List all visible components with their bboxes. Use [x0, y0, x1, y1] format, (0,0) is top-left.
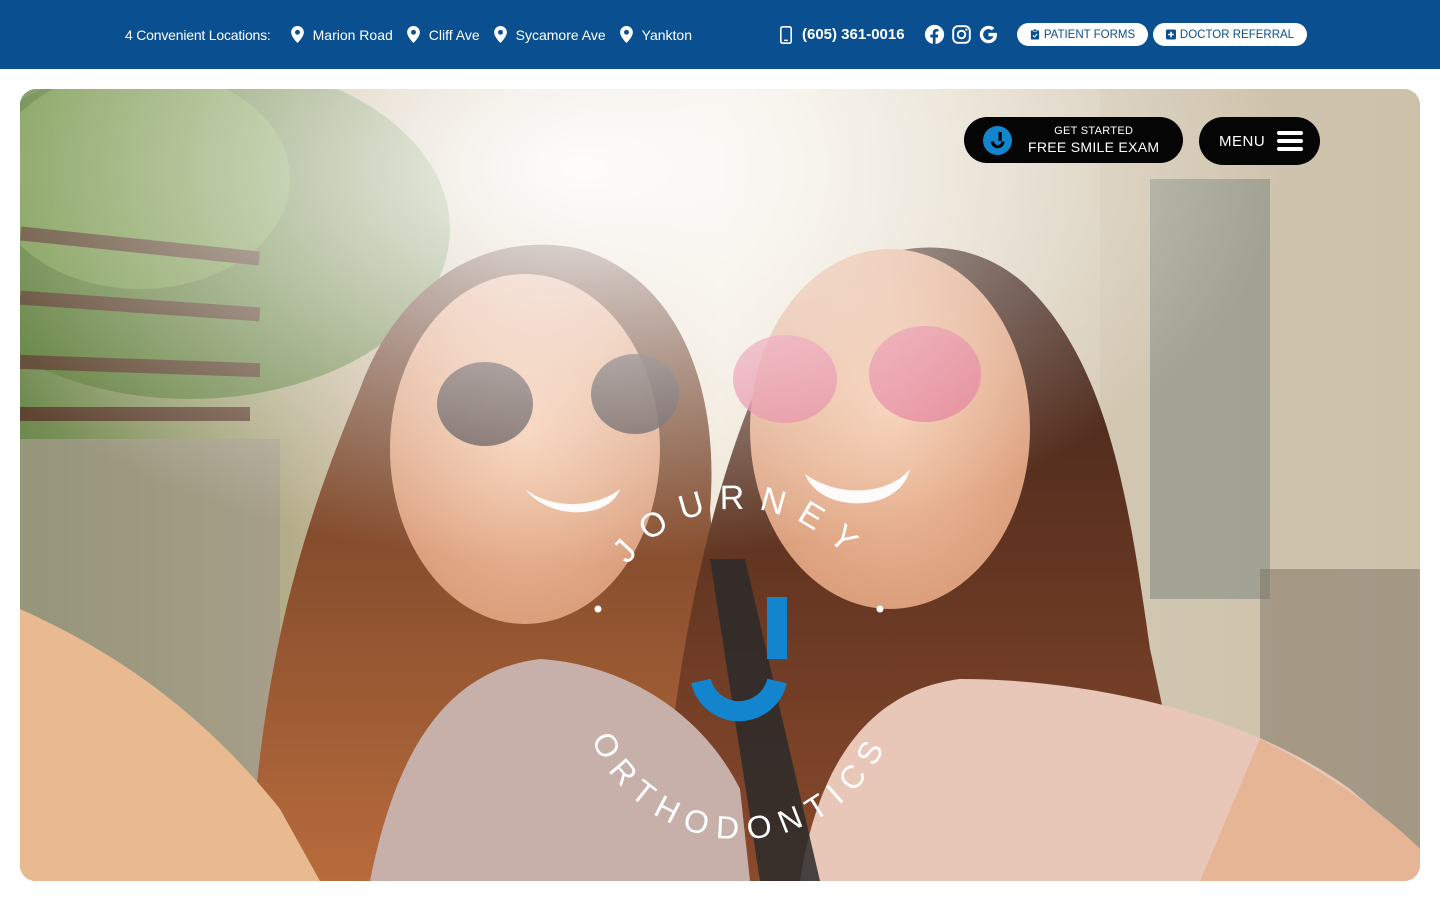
patient-forms-label: PATIENT FORMS	[1043, 28, 1136, 41]
instagram-link[interactable]	[951, 24, 972, 45]
doctor-referral-label: DOCTOR REFERRAL	[1179, 28, 1295, 41]
locations-list: 4 Convenient Locations: Marion Road Clif…	[125, 0, 706, 69]
patient-forms-button[interactable]: PATIENT FORMS	[1017, 23, 1148, 46]
logo-j-hook	[691, 678, 787, 722]
menu-button[interactable]: MENU	[1199, 117, 1320, 165]
cta-main-label: FREE SMILE EXAM	[1028, 138, 1160, 155]
location-marion-road[interactable]: Marion Road	[290, 26, 393, 43]
journey-orthodontics-logo: JOURNEY ORTHODONTICS	[585, 479, 895, 847]
clipboard-icon	[1030, 29, 1039, 40]
logo-j-stem	[767, 597, 787, 659]
location-cliff-ave[interactable]: Cliff Ave	[406, 26, 480, 43]
top-bar: 4 Convenient Locations: Marion Road Clif…	[0, 0, 1440, 69]
doctor-referral-button[interactable]: DOCTOR REFERRAL	[1153, 23, 1307, 46]
map-pin-icon	[493, 26, 507, 43]
social-links	[924, 0, 1005, 69]
free-smile-exam-button[interactable]: GET STARTED FREE SMILE EXAM	[964, 117, 1183, 163]
instagram-icon	[952, 25, 971, 44]
cta-text: GET STARTED FREE SMILE EXAM	[1028, 125, 1159, 155]
locations-intro: 4 Convenient Locations:	[125, 26, 271, 43]
facebook-icon	[924, 24, 945, 45]
map-pin-icon	[406, 26, 420, 43]
location-sycamore-ave[interactable]: Sycamore Ave	[493, 26, 606, 43]
logo-top-text: JOURNEY	[605, 479, 875, 570]
hero-section: JOURNEY ORTHODONTICS	[20, 89, 1420, 881]
smile-logo-icon	[983, 125, 1012, 155]
facebook-link[interactable]	[924, 24, 945, 45]
location-label: Sycamore Ave	[515, 26, 606, 43]
google-icon	[979, 25, 997, 44]
map-pin-icon	[290, 26, 304, 43]
location-label: Yankton	[641, 26, 692, 43]
plus-square-icon	[1165, 29, 1176, 40]
map-pin-icon	[619, 26, 633, 43]
logo-dot-left	[594, 605, 602, 613]
hamburger-icon	[1277, 131, 1304, 151]
cta-small-label: GET STARTED	[1054, 124, 1134, 137]
phone-link[interactable]: (605) 361-0016	[779, 0, 905, 69]
logo-bottom-text: ORTHODONTICS	[585, 726, 895, 847]
logo-dot-right	[876, 605, 884, 613]
menu-label: MENU	[1219, 132, 1266, 150]
location-label: Cliff Ave	[428, 26, 480, 43]
location-yankton[interactable]: Yankton	[619, 26, 692, 43]
phone-icon	[780, 25, 792, 44]
phone-number: (605) 361-0016	[802, 26, 905, 43]
location-label: Marion Road	[312, 26, 393, 43]
google-link[interactable]	[978, 24, 999, 45]
